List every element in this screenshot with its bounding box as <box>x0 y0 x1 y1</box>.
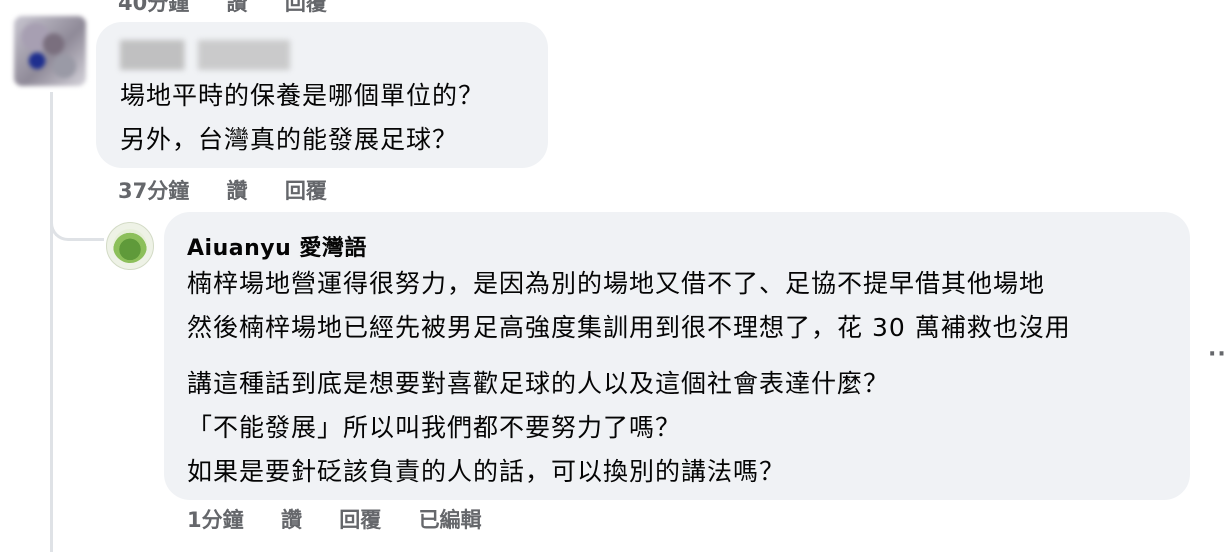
avatar[interactable] <box>106 222 154 270</box>
like-button[interactable]: 讚 <box>227 179 248 203</box>
reply-author[interactable]: Aiuanyu 愛灣語 <box>187 230 367 262</box>
previous-comment-actions: 40分鐘 讚 回覆 <box>118 0 357 17</box>
avatar[interactable] <box>14 16 86 86</box>
comment-actions: 37分鐘 讚 回覆 <box>118 175 357 205</box>
reply-line: 楠梓場地營運得很努力，是因為別的場地又借不了、足協不提早借其他場地 <box>187 269 1046 298</box>
comment-timestamp[interactable]: 40分鐘 <box>118 0 189 15</box>
thread-connector <box>50 205 104 241</box>
like-button[interactable]: 讚 <box>227 0 248 15</box>
reply-line: 然後楠梓場地已經先被男足高強度集訓用到很不理想了，花 30 萬補救也沒用 <box>187 313 1071 342</box>
comment-timestamp[interactable]: 1分鐘 <box>187 508 244 532</box>
comment-timestamp[interactable]: 37分鐘 <box>118 179 189 203</box>
reply-line: 講這種話到底是想要對喜歡足球的人以及這個社會表達什麼？ <box>187 369 890 398</box>
reply-line: 如果是要針砭該負責的人的話，可以換別的講法嗎？ <box>187 457 786 486</box>
reply-paragraph: 講這種話到底是想要對喜歡足球的人以及這個社會表達什麼？ 「不能發展」所以叫我們都… <box>187 362 889 494</box>
like-button[interactable]: 讚 <box>281 508 302 532</box>
reply-button[interactable]: 回覆 <box>285 0 327 15</box>
reply-line: 「不能發展」所以叫我們都不要努力了嗎？ <box>187 413 682 442</box>
thread-line <box>50 92 53 552</box>
comment-line: 場地平時的保養是哪個單位的？ <box>120 81 485 110</box>
reply-actions: 1分鐘 讚 回覆 已編輯 <box>187 504 512 534</box>
comment-line: 另外，台灣真的能發展足球？ <box>120 125 459 154</box>
reply-button[interactable]: 回覆 <box>285 179 327 203</box>
edited-label[interactable]: 已編輯 <box>419 508 482 532</box>
comment-text: 場地平時的保養是哪個單位的？ 另外，台灣真的能發展足球？ <box>120 74 484 162</box>
reply-button[interactable]: 回覆 <box>339 508 381 532</box>
logo-icon <box>113 229 147 263</box>
more-options-icon[interactable]: ·· <box>1208 342 1227 367</box>
reply-paragraph: 楠梓場地營運得很努力，是因為別的場地又借不了、足協不提早借其他場地 然後楠梓場地… <box>187 262 1071 350</box>
commenter-name[interactable] <box>120 40 290 70</box>
